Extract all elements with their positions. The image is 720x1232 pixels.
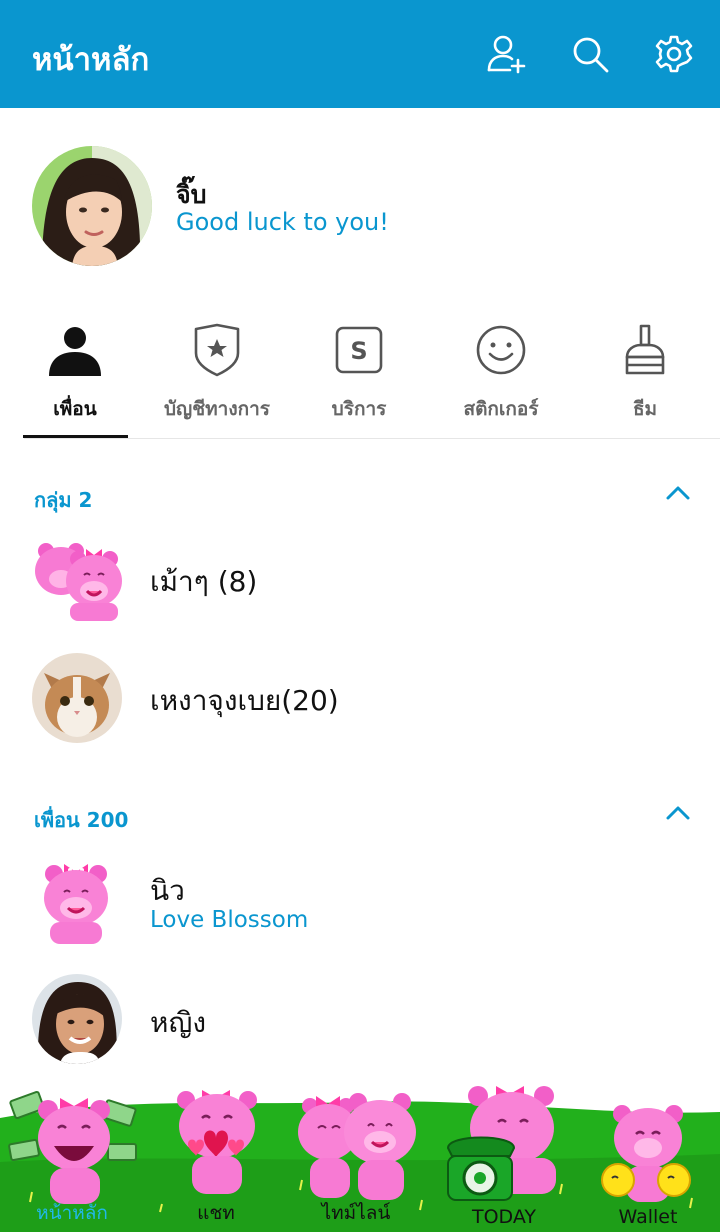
svg-text:S: S bbox=[350, 337, 367, 365]
today-bear-phone-icon[interactable] bbox=[440, 1082, 570, 1212]
tab-friends[interactable]: เพื่อน bbox=[3, 318, 147, 438]
tab-label: สติกเกอร์ bbox=[463, 398, 539, 420]
chevron-up-icon[interactable] bbox=[664, 482, 692, 502]
group-avatar[interactable] bbox=[32, 533, 122, 623]
divider bbox=[24, 438, 720, 439]
timeline-bears-icon[interactable] bbox=[296, 1086, 426, 1206]
group-avatar[interactable] bbox=[32, 653, 122, 743]
tab-label: ธีม bbox=[632, 398, 658, 420]
brush-icon bbox=[613, 318, 677, 382]
service-s-icon: S bbox=[327, 318, 391, 382]
smiley-icon bbox=[469, 318, 533, 382]
friend-avatar[interactable] bbox=[32, 854, 122, 944]
nav-home[interactable]: หน้าหลัก bbox=[0, 1198, 144, 1228]
add-friend-icon[interactable] bbox=[482, 30, 530, 78]
friend-name[interactable]: หญิง bbox=[150, 1001, 206, 1045]
tab-label: บัญชีทางการ bbox=[164, 398, 270, 420]
group-name[interactable]: เม้าๆ (8) bbox=[150, 560, 257, 604]
chevron-up-icon[interactable] bbox=[664, 802, 692, 822]
profile-avatar[interactable] bbox=[32, 146, 152, 266]
profile-status-message[interactable]: Good luck to you! bbox=[176, 208, 389, 236]
groups-section-title[interactable]: กลุ่ม 2 bbox=[34, 484, 92, 516]
friend-avatar[interactable] bbox=[32, 974, 122, 1064]
tab-themes[interactable]: ธีม bbox=[573, 318, 717, 438]
person-icon bbox=[43, 318, 107, 382]
tab-label: บริการ bbox=[331, 398, 387, 420]
chat-bear-icon[interactable] bbox=[164, 1082, 274, 1202]
app-header: หน้าหลัก bbox=[0, 0, 720, 108]
tab-services[interactable]: S บริการ bbox=[287, 318, 431, 438]
wallet-bear-icon[interactable] bbox=[598, 1096, 708, 1216]
friend-status-message: Love Blossom bbox=[150, 907, 309, 933]
tab-stickers[interactable]: สติกเกอร์ bbox=[429, 318, 573, 438]
settings-icon[interactable] bbox=[650, 30, 698, 78]
home-bear-icon[interactable] bbox=[8, 1084, 138, 1214]
nav-wallet[interactable]: Wallet bbox=[576, 1206, 720, 1228]
tab-label: เพื่อน bbox=[53, 398, 97, 420]
tab-official-accounts[interactable]: บัญชีทางการ bbox=[145, 318, 289, 438]
page-title: หน้าหลัก bbox=[32, 42, 150, 78]
bottom-navigation: หน้าหลัก แชท ไทม์ไลน์ TODAY Wallet bbox=[0, 1082, 720, 1232]
search-icon[interactable] bbox=[566, 30, 614, 78]
nav-timeline[interactable]: ไทม์ไลน์ bbox=[284, 1198, 428, 1228]
friends-section-title[interactable]: เพื่อน 200 bbox=[34, 804, 128, 836]
official-shield-icon bbox=[185, 318, 249, 382]
nav-chat[interactable]: แชท bbox=[144, 1198, 288, 1228]
group-name[interactable]: เหงาจุงเบย(20) bbox=[150, 679, 339, 723]
nav-today[interactable]: TODAY bbox=[432, 1206, 576, 1228]
